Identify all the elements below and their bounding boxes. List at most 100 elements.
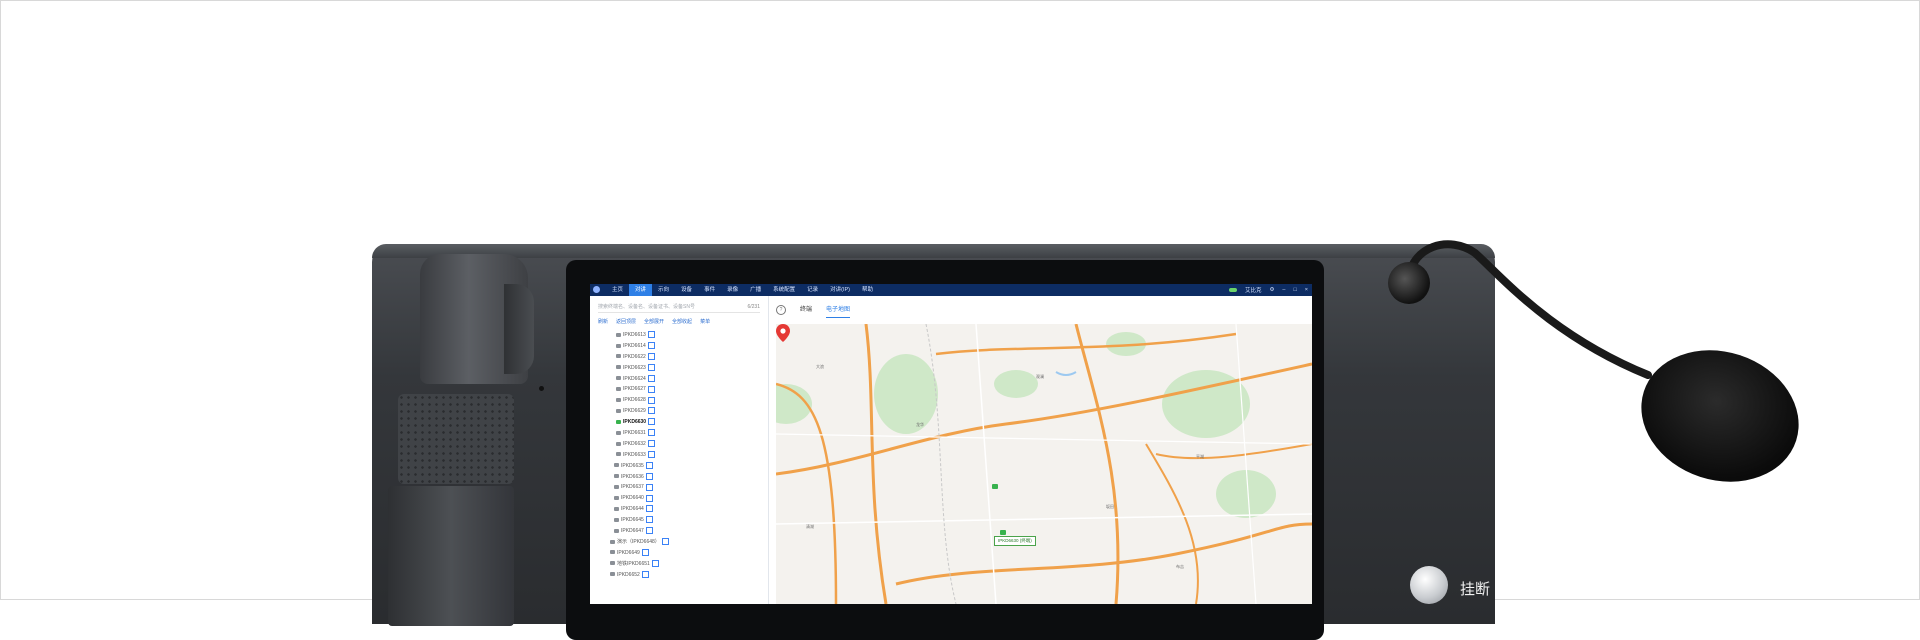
terminal-icon (610, 561, 615, 566)
edit-icon[interactable] (647, 331, 655, 339)
menu-item[interactable]: 系统配置 (767, 284, 801, 296)
tree-item-label: IPKD6633 (623, 451, 646, 458)
tree-item-label: IPKD6637 (621, 484, 644, 491)
edit-icon[interactable] (641, 548, 649, 556)
edit-icon[interactable] (647, 407, 655, 415)
search-input[interactable]: 搜索终端名、设备名、设备证书、设备SN号 6/231 (598, 302, 760, 313)
menu-item[interactable]: 帮助 (856, 284, 879, 296)
edit-icon[interactable] (647, 352, 655, 360)
edit-icon[interactable] (645, 483, 653, 491)
tree-item[interactable]: IPKD6632 (600, 439, 764, 450)
search-placeholder: 搜索终端名、设备名、设备证书、设备SN号 (598, 304, 695, 310)
menu-item[interactable]: 事件 (698, 284, 721, 296)
tree-item[interactable]: IPKD6631 (600, 428, 764, 439)
settings-icon[interactable]: ⚙ (1269, 287, 1274, 293)
terminal-icon (616, 365, 621, 370)
tree-item[interactable]: IPKD6635 (600, 461, 764, 472)
device-marker-icon[interactable] (1000, 530, 1006, 535)
tree-item-label: IPKD6636 (621, 473, 644, 480)
menu-item[interactable]: 对讲(IP) (824, 284, 856, 296)
tree-item-label: IPKD6630 (623, 419, 647, 426)
edit-icon[interactable] (647, 440, 655, 448)
map-label: 平湖 (1196, 454, 1204, 459)
tree-item[interactable]: IPKD6630 (600, 417, 764, 428)
tree-item[interactable]: 演示（IPKD6648） (600, 537, 764, 548)
terminal-icon (616, 441, 621, 446)
edit-icon[interactable] (645, 527, 653, 535)
menu-item[interactable]: 录像 (721, 284, 744, 296)
edit-icon[interactable] (661, 538, 669, 546)
tree-item[interactable]: IPKD6613 (600, 330, 764, 341)
tree-item[interactable]: IPKD6640 (600, 493, 764, 504)
terminal-icon (616, 452, 621, 457)
tab-e-map[interactable]: 电子地图 (826, 303, 851, 318)
tree-item[interactable]: IPKD6622 (600, 352, 764, 363)
tree-item[interactable]: IPKD6647 (600, 526, 764, 537)
touch-screen: 主页 对讲 示向 设备 事件 录像 广播 系统配置 记录 对讲(IP) 帮助 艾比克 ⚙ – □ ×… (590, 284, 1312, 604)
device-tree: IPKD6613 IPKD6614 IPKD6622 IPKD6623 IPKD6624… (600, 330, 764, 580)
tree-item[interactable]: IPKD6652 (600, 570, 764, 581)
maximize-icon[interactable]: □ (1293, 287, 1296, 293)
edit-icon[interactable] (647, 342, 655, 350)
edit-icon[interactable] (645, 461, 653, 469)
menu-item[interactable]: 示向 (652, 284, 675, 296)
tree-tool-button[interactable]: 菜单 (700, 318, 710, 326)
edit-icon[interactable] (645, 516, 653, 524)
terminal-icon (614, 496, 619, 501)
device-marker-icon[interactable] (992, 484, 998, 489)
map-label: 龙华 (916, 422, 924, 427)
edit-icon[interactable] (647, 363, 655, 371)
menu-item[interactable]: 对讲 (629, 284, 653, 296)
edit-icon[interactable] (641, 570, 649, 578)
hangup-button[interactable] (1410, 566, 1448, 604)
menu-item[interactable]: 记录 (801, 284, 824, 296)
edit-icon[interactable] (645, 494, 653, 502)
tree-item-label: IPKD6622 (623, 353, 646, 360)
terminal-icon (616, 408, 621, 413)
tree-item[interactable]: IPKD6628 (600, 395, 764, 406)
help-icon[interactable]: ? (776, 305, 786, 315)
tree-item-label: 地铁IPKD6651 (617, 560, 650, 567)
close-icon[interactable]: × (1305, 287, 1308, 293)
edit-icon[interactable] (648, 418, 656, 426)
tree-item[interactable]: IPKD6629 (600, 406, 764, 417)
edit-icon[interactable] (647, 374, 655, 382)
user-name[interactable]: 艾比克 (1245, 286, 1262, 294)
edit-icon[interactable] (647, 385, 655, 393)
tree-item[interactable]: IPKD6627 (600, 384, 764, 395)
edit-icon[interactable] (647, 429, 655, 437)
menu-item[interactable]: 广播 (744, 284, 767, 296)
tree-item-label: IPKD6629 (623, 408, 646, 415)
map-label: 布吉 (1176, 564, 1184, 569)
tree-tool-button[interactable]: 返回顶层 (616, 318, 636, 326)
menu-item[interactable]: 设备 (675, 284, 698, 296)
electronic-map[interactable]: 龙华 观澜 平湖 坂田 布吉 清湖 大浪 IPKD6630 (终端) (776, 324, 1312, 604)
tree-item[interactable]: IPKD6623 (600, 363, 764, 374)
tree-tool-button[interactable]: 全部展开 (644, 318, 664, 326)
tree-item[interactable]: IPKD6637 (600, 482, 764, 493)
tree-item[interactable]: IPKD6636 (600, 472, 764, 483)
tree-tool-button[interactable]: 刷新 (598, 318, 608, 326)
tree-item-label: IPKD6631 (623, 430, 646, 437)
tree-item[interactable]: IPKD6649 (600, 548, 764, 559)
tab-terminal[interactable]: 终端 (800, 303, 812, 317)
edit-icon[interactable] (651, 559, 659, 567)
tree-item[interactable]: IPKD6645 (600, 515, 764, 526)
map-label: 清湖 (806, 524, 814, 529)
tree-item[interactable]: IPKD6614 (600, 341, 764, 352)
menu-item[interactable]: 主页 (606, 284, 629, 296)
edit-icon[interactable] (645, 505, 653, 513)
tree-tool-button[interactable]: 全部收起 (672, 318, 692, 326)
tree-item-label: IPKD6624 (623, 375, 646, 382)
tree-item[interactable]: IPKD6644 (600, 504, 764, 515)
edit-icon[interactable] (647, 450, 655, 458)
tree-item[interactable]: IPKD6624 (600, 374, 764, 385)
edit-icon[interactable] (645, 472, 653, 480)
minimize-icon[interactable]: – (1282, 287, 1285, 293)
terminal-icon (610, 572, 615, 577)
edit-icon[interactable] (647, 396, 655, 404)
location-pin-icon[interactable] (776, 324, 790, 342)
handset[interactable] (388, 254, 534, 626)
tree-item[interactable]: IPKD6633 (600, 450, 764, 461)
tree-item[interactable]: 地铁IPKD6651 (600, 559, 764, 570)
